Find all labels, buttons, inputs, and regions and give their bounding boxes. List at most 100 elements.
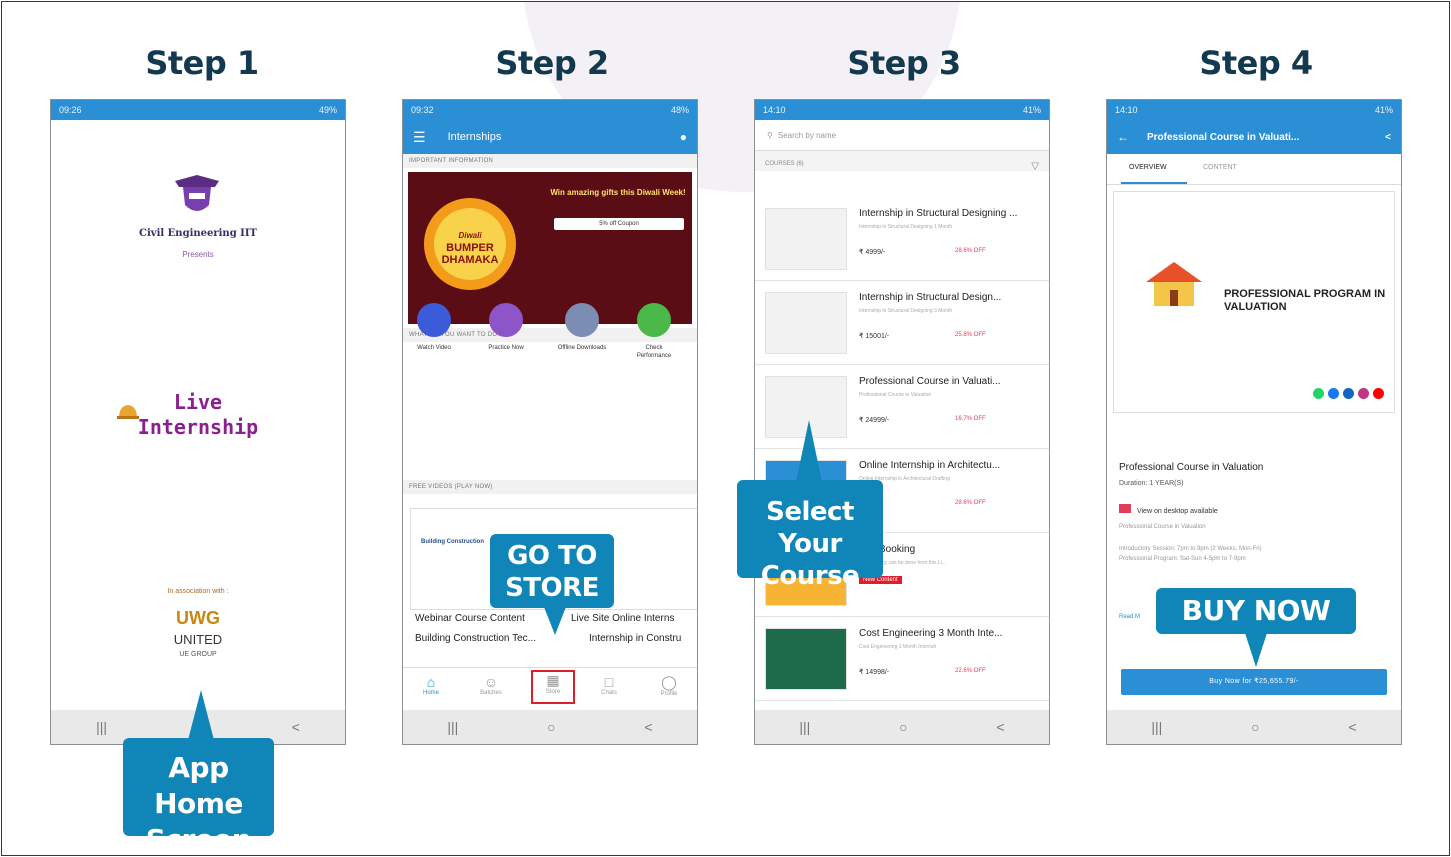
course-title: Internship in Structural Designing ...: [859, 208, 1018, 219]
nav-batches[interactable]: ☺ Batches: [471, 674, 511, 696]
recents-icon[interactable]: |||: [799, 719, 810, 735]
united-text: UNITED: [173, 632, 223, 647]
course-item[interactable]: Internship in Structural Designing ... I…: [755, 198, 1049, 281]
back-icon[interactable]: <: [1348, 719, 1356, 735]
batches-icon: ☺: [483, 674, 499, 690]
share-icon[interactable]: <: [1385, 132, 1391, 143]
recents-icon[interactable]: |||: [96, 719, 107, 735]
course-subtitle: Internship in Structural Designing 1 Mon…: [859, 224, 953, 230]
desktop-icon: [1119, 504, 1131, 513]
recents-icon[interactable]: |||: [447, 719, 458, 735]
watch-video-icon[interactable]: [417, 303, 451, 337]
app-bar-title: Internships: [447, 131, 502, 143]
linkedin-icon: [1343, 388, 1354, 399]
status-battery: 41%: [1022, 105, 1041, 115]
callout-pointer: [188, 690, 214, 740]
phone-screen-2: 09:32 48% ☰ Internships ● IMPORTANT INFO…: [402, 99, 698, 745]
tab-bar: OVERVIEW CONTENT: [1107, 154, 1401, 185]
course-duration: Duration: 1 YEAR(S): [1119, 480, 1184, 487]
chat-icon: □: [604, 674, 614, 690]
home-circle-icon[interactable]: ○: [899, 719, 907, 735]
course-subtitle: Cost Engineering 3 Month Internsh: [859, 644, 937, 650]
read-more-link[interactable]: Read M: [1119, 614, 1140, 620]
step-4-title: Step 4: [1199, 44, 1313, 82]
course-thumbnail: [765, 208, 847, 270]
group-text: UE GROUP: [179, 651, 217, 658]
back-arrow-icon[interactable]: ←: [1117, 130, 1129, 144]
course-price: ₹ 24999/-: [859, 417, 890, 424]
store-icon: ▦: [546, 672, 560, 688]
banner-coupon: 5% off Coupon: [554, 218, 684, 230]
nav-profile[interactable]: ◯ Profile: [649, 674, 689, 697]
nav-store-label: Store: [545, 689, 561, 695]
callout-pointer: [1245, 633, 1267, 667]
hamburger-menu-icon[interactable]: ☰: [413, 129, 426, 146]
course-title: Internship in Structural Design...: [859, 292, 1002, 303]
filter-icon[interactable]: ▽: [1031, 161, 1039, 172]
home-circle-icon[interactable]: ○: [1251, 719, 1259, 735]
section-free-videos: FREE VIDEOS (PLAY NOW): [403, 480, 697, 494]
desktop-available: View on desktop available: [1119, 504, 1218, 515]
course-price: ₹ 4999/-: [859, 249, 886, 256]
android-nav-bar: ||| ○ <: [1107, 710, 1401, 744]
tab-overview[interactable]: OVERVIEW: [1129, 164, 1167, 171]
back-icon[interactable]: <: [996, 719, 1004, 735]
card-heading: Building Construction: [421, 539, 484, 545]
step-2-title: Step 2: [495, 44, 609, 82]
diwali-banner[interactable]: Diwali BUMPER DHAMAKA Win amazing gifts …: [408, 172, 692, 324]
banner-bumper-text: Diwali BUMPER DHAMAKA: [432, 230, 508, 266]
course-title: Cost Engineering 3 Month Inte...: [859, 628, 1003, 639]
offline-downloads-label: Offline Downloads: [557, 345, 607, 351]
practice-now-icon[interactable]: [489, 303, 523, 337]
status-battery: 41%: [1374, 105, 1393, 115]
tutorial-canvas: Step 1 Step 2 Step 3 Step 4 09:26 49% Ci…: [1, 1, 1450, 856]
nav-chats[interactable]: □ Chats: [589, 674, 629, 696]
offline-downloads-icon[interactable]: [565, 303, 599, 337]
course-title: Online Internship in Architectu...: [859, 460, 1001, 471]
status-time: 09:32: [411, 105, 434, 115]
course-hero-image: PROFESSIONAL PROGRAM IN VALUATION: [1113, 191, 1395, 413]
live-internship-title: Live Internship: [51, 390, 345, 440]
app-bar: ☰ Internships ●: [403, 120, 697, 154]
profile-icon: ◯: [661, 674, 677, 690]
course-item[interactable]: Cost Engineering 3 Month Inte... Cost En…: [755, 618, 1049, 701]
status-time: 14:10: [763, 105, 786, 115]
course-discount: 25.8% OFF: [955, 332, 986, 338]
check-performance-icon[interactable]: [637, 303, 671, 337]
recents-icon[interactable]: |||: [1151, 719, 1162, 735]
course-subtitle: Online Internship in Architectural Draft…: [859, 476, 950, 482]
back-icon[interactable]: <: [292, 719, 300, 735]
course-subtitle: Internship in Structural Designing 3 Mon…: [859, 308, 953, 314]
nav-home[interactable]: ⌂ Home: [411, 674, 451, 696]
course-desc-1: Professional Course in Valuation: [1119, 524, 1206, 530]
courses-section: COURSES (6) ▽: [755, 151, 1049, 172]
callout-select-line2: Course: [760, 561, 860, 591]
course-subtitle: Professional Course in Valuation: [859, 392, 932, 398]
nav-store[interactable]: ▦ Store: [531, 670, 575, 704]
app-bar-title: Professional Course in Valuati...: [1147, 131, 1300, 143]
back-icon[interactable]: <: [644, 719, 652, 735]
bell-icon[interactable]: ●: [680, 130, 687, 144]
course-price: ₹ 15001/-: [859, 333, 890, 340]
phone-screen-1: 09:26 49% Civil Engineering IIT Presents…: [50, 99, 346, 745]
home-icon: ⌂: [426, 674, 436, 690]
home-circle-icon[interactable]: ○: [547, 719, 555, 735]
courses-section-label: COURSES (6): [765, 161, 804, 167]
search-icon: ⚲: [767, 130, 773, 140]
course-item[interactable]: Internship in Structural Design... Inter…: [755, 282, 1049, 365]
buy-now-button[interactable]: Buy Now for ₹25,655.79/-: [1121, 669, 1387, 695]
course-discount: 16.7% OFF: [955, 416, 986, 422]
social-icons-row: [1114, 388, 1394, 402]
card-line-2: Live Site Online Interns: [571, 613, 675, 624]
course-title: Professional Course in Valuati...: [859, 376, 1001, 387]
search-input[interactable]: ⚲ Search by name: [755, 120, 1049, 151]
instagram-icon: [1358, 388, 1369, 399]
search-placeholder: Search by name: [777, 130, 837, 140]
banner-dhamaka-word: DHAMAKA: [441, 254, 499, 266]
tab-content[interactable]: CONTENT: [1203, 164, 1237, 171]
hero-program-title: PROFESSIONAL PROGRAM IN VALUATION: [1224, 288, 1386, 313]
callout-select-line1: Select Your: [766, 497, 854, 559]
banner-bumper-word: BUMPER: [446, 242, 494, 254]
callout-store-line1: GO TO: [507, 541, 597, 571]
course-name: Professional Course in Valuation: [1119, 462, 1264, 473]
